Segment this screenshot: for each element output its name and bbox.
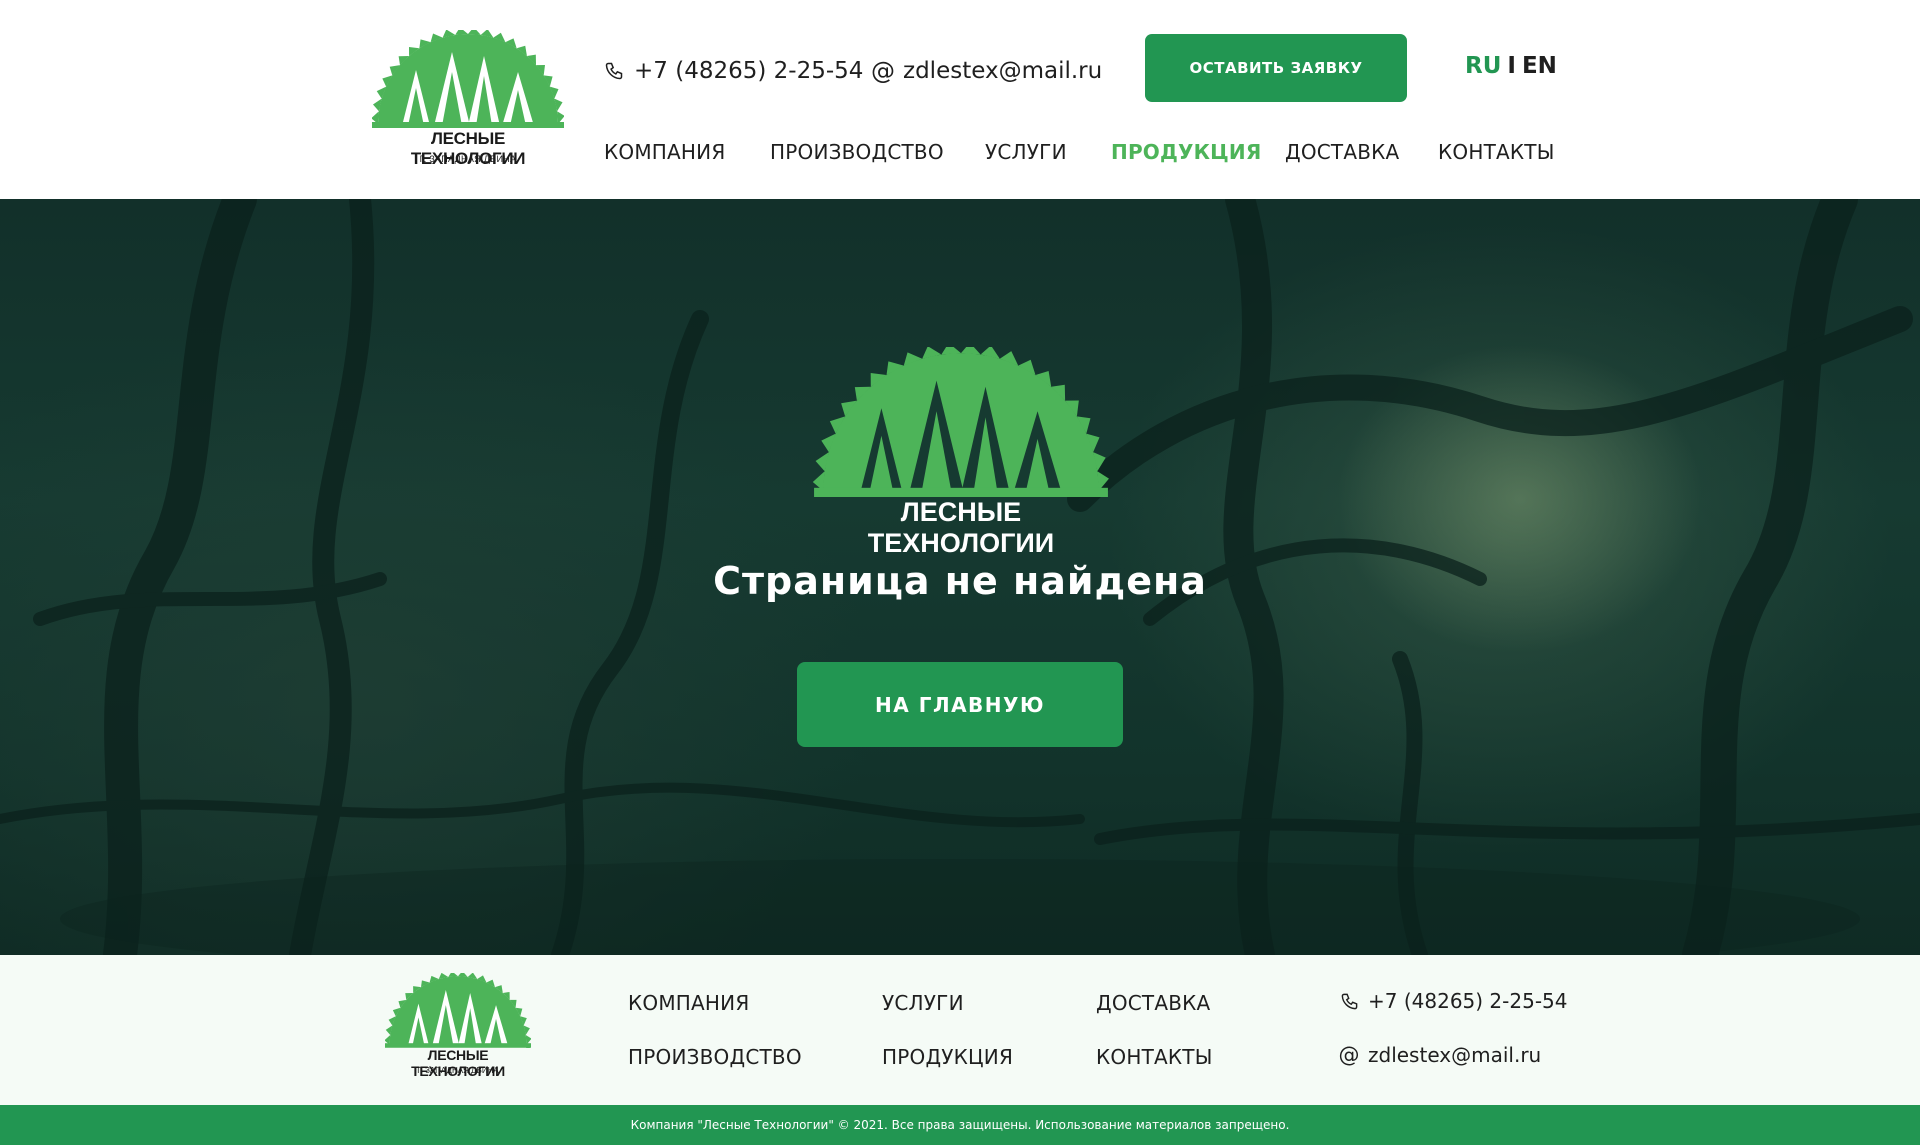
header-email-text: zdlestex@mail.ru xyxy=(903,58,1103,84)
footer-logo[interactable]: ЛЕСНЫЕ ТЕХНОЛОГИИ Г. ЗАПАДНАЯ ДВИНА xyxy=(385,973,531,1083)
footer-nav-delivery[interactable]: ДОСТАВКА xyxy=(1096,991,1210,1015)
page-title: Страница не найдена xyxy=(713,559,1207,603)
nav-contacts[interactable]: КОНТАКТЫ xyxy=(1438,140,1555,170)
phone-icon xyxy=(603,60,625,82)
language-switcher: RU I EN xyxy=(1465,53,1557,79)
footer-nav-services[interactable]: УСЛУГИ xyxy=(882,991,964,1015)
copyright-bar: Компания "Лесные Технологии" © 2021. Все… xyxy=(0,1105,1920,1145)
footer-nav-company[interactable]: КОМПАНИЯ xyxy=(628,991,749,1015)
site-header: ЛЕСНЫЕ ТЕХНОЛОГИИ Г. ЗАПАДНАЯ ДВИНА +7 (… xyxy=(0,0,1920,199)
footer-email-text: zdlestex@mail.ru xyxy=(1368,1043,1542,1067)
footer-phone[interactable]: +7 (48265) 2-25-54 xyxy=(1338,989,1567,1013)
header-email[interactable]: @ zdlestex@mail.ru xyxy=(871,56,1103,86)
hero-brand-name: ЛЕСНЫЕ ТЕХНОЛОГИИ xyxy=(867,497,1055,558)
lang-en-link[interactable]: EN xyxy=(1522,53,1557,79)
hero-logo: ЛЕСНЫЕ ТЕХНОЛОГИИ xyxy=(811,347,1111,558)
not-found-hero: ЛЕСНЫЕ ТЕХНОЛОГИИ Страница не найдена НА… xyxy=(0,199,1920,955)
copyright-text: Компания "Лесные Технологии" © 2021. Все… xyxy=(630,1118,1290,1132)
nav-company[interactable]: КОМПАНИЯ xyxy=(604,140,725,170)
footer-email[interactable]: @ zdlestex@mail.ru xyxy=(1338,1042,1542,1067)
footer-nav-products[interactable]: ПРОДУКЦИЯ xyxy=(882,1045,1013,1069)
phone-icon xyxy=(1338,990,1360,1012)
saw-forest-logo-icon xyxy=(372,30,564,128)
footer-nav-production[interactable]: ПРОИЗВОДСТВО xyxy=(628,1045,802,1069)
header-phone[interactable]: +7 (48265) 2-25-54 xyxy=(603,56,863,86)
logo-city: Г. ЗАПАДНАЯ ДВИНА xyxy=(419,154,517,164)
footer-city: Г. ЗАПАДНАЯ ДВИНА xyxy=(417,1066,499,1075)
header-logo[interactable]: ЛЕСНЫЕ ТЕХНОЛОГИИ Г. ЗАПАДНАЯ ДВИНА xyxy=(372,30,564,170)
at-icon: @ xyxy=(871,57,895,85)
site-footer: ЛЕСНЫЕ ТЕХНОЛОГИИ Г. ЗАПАДНАЯ ДВИНА КОМП… xyxy=(0,955,1920,1105)
saw-forest-logo-icon xyxy=(812,347,1109,497)
lang-separator: I xyxy=(1507,53,1516,79)
header-phone-text: +7 (48265) 2-25-54 xyxy=(634,58,864,84)
saw-forest-logo-icon xyxy=(385,973,531,1048)
nav-delivery[interactable]: ДОСТАВКА xyxy=(1285,140,1399,170)
nav-products[interactable]: ПРОДУКЦИЯ xyxy=(1111,140,1261,170)
footer-phone-text: +7 (48265) 2-25-54 xyxy=(1368,989,1568,1013)
nav-production[interactable]: ПРОИЗВОДСТВО xyxy=(770,140,944,170)
at-icon: @ xyxy=(1338,1042,1360,1067)
leave-request-button[interactable]: ОСТАВИТЬ ЗАЯВКУ xyxy=(1145,34,1407,102)
nav-services[interactable]: УСЛУГИ xyxy=(985,140,1067,170)
lang-ru-link[interactable]: RU xyxy=(1465,53,1501,79)
footer-nav-contacts[interactable]: КОНТАКТЫ xyxy=(1096,1045,1213,1069)
go-home-button[interactable]: НА ГЛАВНУЮ xyxy=(797,662,1123,747)
